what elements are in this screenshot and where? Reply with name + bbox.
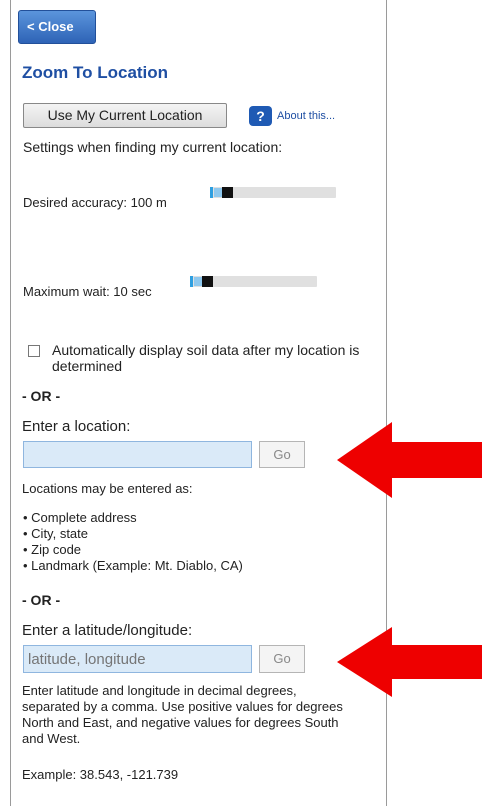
- latlon-input[interactable]: [23, 645, 252, 673]
- location-formats-intro: Locations may be entered as:: [22, 481, 193, 496]
- desired-accuracy-label: Desired accuracy: 100 m: [23, 195, 167, 210]
- auto-display-checkbox[interactable]: [28, 345, 40, 357]
- settings-label: Settings when finding my current locatio…: [23, 139, 283, 155]
- latlon-example: Example: 38.543, -121.739: [22, 767, 179, 782]
- auto-display-label: Automatically display soil data after my…: [52, 342, 360, 374]
- slider-min-marker: [190, 276, 193, 287]
- latlon-instructions: Enter latitude and longitude in decimal …: [22, 683, 343, 746]
- red-arrow-icon: [337, 422, 482, 498]
- location-formats-list: Complete address City, state Zip code La…: [23, 510, 243, 574]
- slider-fill: [214, 188, 222, 197]
- slider-fill: [194, 277, 202, 286]
- slider-thumb[interactable]: [202, 276, 213, 287]
- list-item: Zip code: [23, 542, 243, 558]
- maximum-wait-slider[interactable]: [190, 276, 317, 287]
- use-current-location-button[interactable]: Use My Current Location: [23, 103, 227, 128]
- about-this-link[interactable]: About this...: [277, 110, 335, 122]
- slider-thumb[interactable]: [222, 187, 233, 198]
- page-title: Zoom To Location: [22, 63, 169, 82]
- or-divider: - OR -: [22, 592, 61, 608]
- location-input[interactable]: [23, 441, 252, 468]
- or-divider: - OR -: [22, 388, 61, 404]
- maximum-wait-label: Maximum wait: 10 sec: [23, 284, 152, 299]
- close-button[interactable]: < Close: [18, 10, 96, 44]
- help-icon[interactable]: ?: [249, 106, 272, 126]
- latlon-label: Enter a latitude/longitude:: [22, 622, 193, 639]
- location-go-button[interactable]: Go: [259, 441, 305, 468]
- red-arrow-icon: [337, 627, 482, 697]
- list-item: City, state: [23, 526, 243, 542]
- list-item: Landmark (Example: Mt. Diablo, CA): [23, 558, 243, 574]
- location-label: Enter a location:: [22, 418, 131, 435]
- zoom-to-location-panel: < Close Zoom To Location Use My Current …: [10, 0, 387, 806]
- desired-accuracy-slider[interactable]: [210, 187, 336, 198]
- latlon-go-button[interactable]: Go: [259, 645, 305, 673]
- slider-min-marker: [210, 187, 213, 198]
- list-item: Complete address: [23, 510, 243, 526]
